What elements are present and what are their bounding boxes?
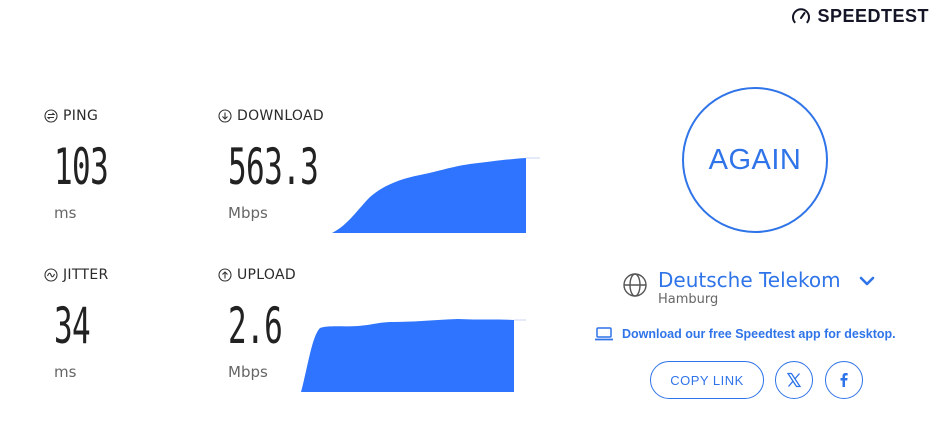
x-logo-icon	[786, 372, 802, 388]
download-value: 563.3	[228, 138, 319, 196]
provider-name: Deutsche Telekom	[658, 268, 841, 292]
jitter-value: 34	[54, 297, 91, 355]
jitter-label: JITTER	[44, 267, 109, 283]
share-facebook-button[interactable]	[825, 361, 863, 399]
brand-name: SPEEDTEST	[817, 6, 929, 26]
upload-label: UPLOAD	[218, 267, 296, 283]
download-app-text: Download our free Speedtest app for desk…	[622, 327, 896, 341]
download-label: DOWNLOAD	[218, 108, 324, 124]
laptop-icon	[595, 327, 613, 341]
ping-icon	[44, 109, 58, 123]
download-graph	[330, 155, 542, 235]
share-x-button[interactable]	[775, 361, 813, 399]
again-button[interactable]: AGAIN	[682, 87, 828, 233]
provider-text: Deutsche Telekom Hamburg	[658, 268, 841, 308]
facebook-icon	[840, 373, 848, 387]
download-graph-area	[332, 158, 526, 233]
download-label-text: DOWNLOAD	[237, 108, 324, 124]
provider-selector[interactable]: Deutsche Telekom Hamburg	[622, 268, 877, 308]
upload-value: 2.6	[228, 297, 283, 355]
speedtest-logo[interactable]: SPEEDTEST	[791, 6, 929, 27]
provider-location: Hamburg	[658, 292, 719, 307]
ping-value: 103	[54, 138, 109, 196]
jitter-unit: ms	[54, 363, 77, 381]
upload-graph-area	[301, 319, 514, 392]
again-button-label: AGAIN	[708, 143, 802, 176]
ping-unit: ms	[54, 204, 77, 222]
download-unit: Mbps	[228, 204, 268, 222]
globe-icon	[623, 273, 647, 297]
jitter-icon	[44, 268, 58, 282]
upload-label-text: UPLOAD	[237, 267, 296, 283]
chevron-down-icon[interactable]	[857, 271, 877, 291]
jitter-label-text: JITTER	[63, 267, 109, 283]
download-app-link[interactable]: Download our free Speedtest app for desk…	[594, 326, 896, 342]
upload-unit: Mbps	[228, 363, 268, 381]
copy-link-label: COPY LINK	[670, 372, 744, 388]
upload-arrow-icon	[218, 268, 232, 282]
upload-graph	[298, 316, 528, 394]
ping-label-text: PING	[63, 108, 99, 124]
speedometer-icon	[792, 7, 811, 23]
ping-label: PING	[44, 108, 98, 124]
copy-link-button[interactable]: COPY LINK	[650, 361, 764, 399]
download-arrow-icon	[218, 109, 232, 123]
